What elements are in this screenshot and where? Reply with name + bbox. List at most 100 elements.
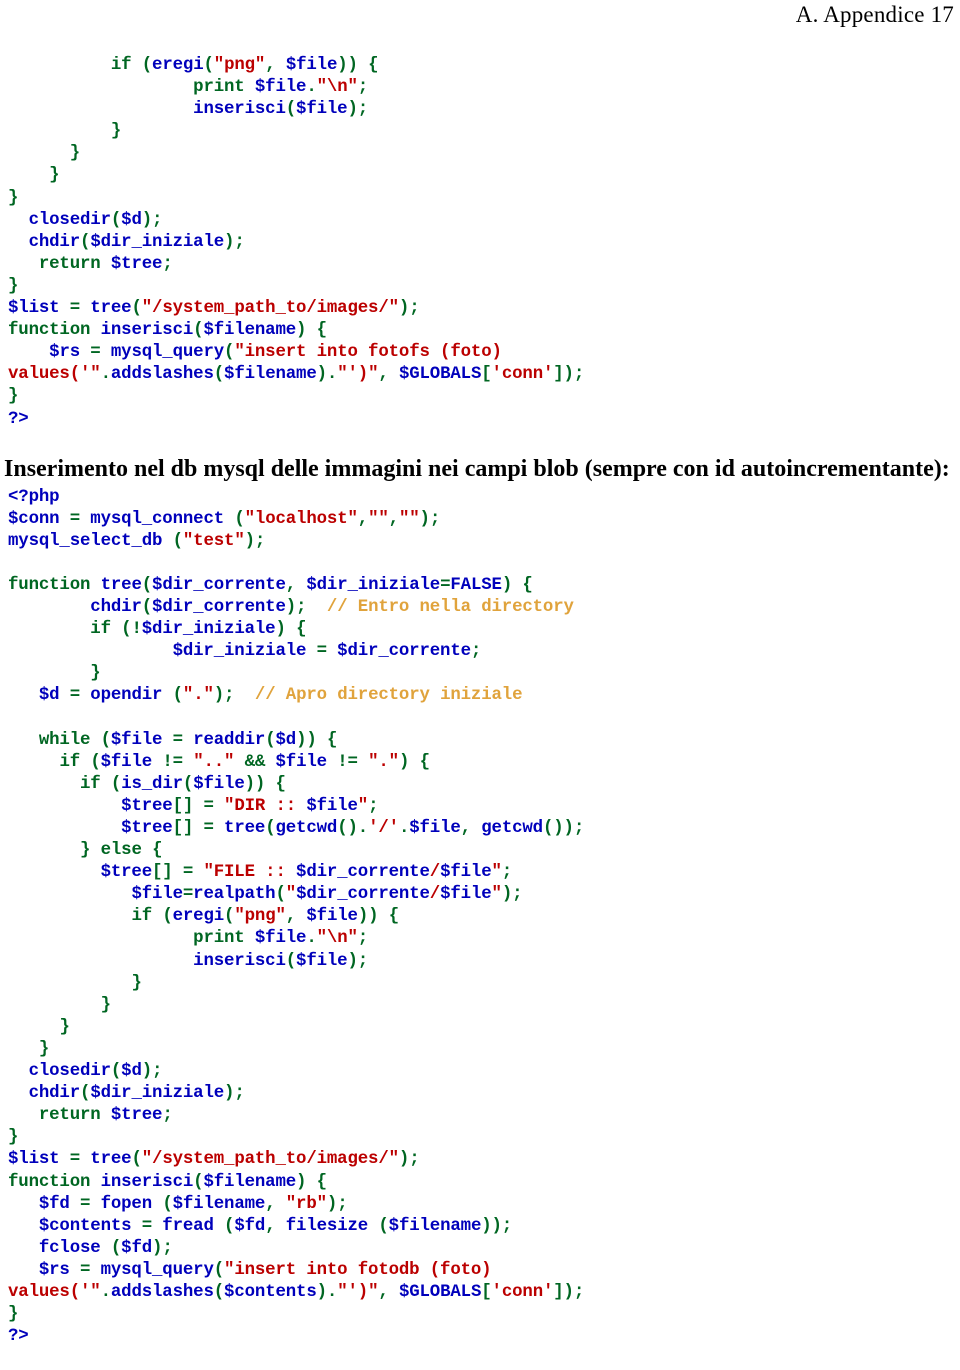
code-token: = <box>59 686 91 706</box>
code-token: " <box>491 863 502 883</box>
code-token: ( <box>234 509 245 529</box>
code-token: tree <box>90 1150 132 1170</box>
code-token: if <box>110 56 132 75</box>
code-token: } <box>69 144 81 164</box>
code-token: while <box>38 730 91 750</box>
code-token: = <box>69 1194 101 1214</box>
code-token: ( <box>265 819 276 838</box>
code-token: 'conn' <box>491 365 554 385</box>
code-token: { <box>522 575 533 595</box>
code-token: "insert into fotofs (foto) <box>234 343 502 363</box>
code-token: inserisci <box>100 321 194 341</box>
code-token: $dir_iniziale <box>306 575 441 595</box>
code-token: { <box>326 730 338 750</box>
code-token: getcwd <box>481 819 543 838</box>
code-token: ]); <box>553 365 585 385</box>
code-token: ; <box>368 796 379 816</box>
code-token: $file <box>306 907 358 927</box>
code-token: = <box>59 509 91 529</box>
code-token: ( <box>110 774 122 794</box>
code-token: ".." <box>193 752 235 772</box>
code-token: "')" <box>337 365 379 385</box>
code-token: $file <box>306 796 358 816</box>
code-token: "test" <box>182 531 245 551</box>
code-token: closedir <box>28 210 111 230</box>
code-token: $d <box>121 1062 142 1082</box>
code-token: ( <box>162 907 173 927</box>
code-token: { <box>388 907 399 927</box>
code-token: { <box>296 620 307 640</box>
code-token: = <box>306 642 338 662</box>
code-token: $file <box>254 78 307 98</box>
code-token: chdir <box>28 232 81 252</box>
code-token: != <box>152 752 194 772</box>
code-token: ( <box>80 1084 91 1104</box>
code-token: FALSE <box>450 575 502 595</box>
code-token: . <box>306 78 317 98</box>
code-token: != <box>326 752 369 772</box>
code-token: values('" <box>8 365 101 385</box>
code-token: opendir <box>90 686 163 706</box>
code-token: $dir_corrente <box>296 863 430 883</box>
code-token: { <box>316 321 327 341</box>
code-token: , <box>285 907 297 927</box>
code-block-php-filesystem: if (eregi("png", $file)) { print $file."… <box>0 55 960 431</box>
code-token: $tree <box>110 1106 163 1126</box>
code-token: ( <box>224 1216 235 1236</box>
code-token: , <box>388 509 399 529</box>
code-token: addslashes <box>110 365 214 385</box>
code-token: $list <box>8 1150 60 1170</box>
code-token: fopen <box>100 1194 153 1214</box>
code-token: // Apro directory iniziale <box>254 686 523 706</box>
code-token: "/system_path_to/images/" <box>141 299 399 319</box>
code-token: filesize <box>285 1216 369 1236</box>
code-token: $file <box>296 951 348 971</box>
code-token: $contents <box>224 1282 317 1302</box>
code-token: $contents <box>38 1216 132 1236</box>
code-token: ( <box>162 1194 173 1214</box>
code-token: $file <box>193 774 245 794</box>
code-token: ( <box>213 1282 225 1302</box>
code-token: inserisci <box>193 100 286 120</box>
code-token: $filename <box>203 321 297 341</box>
code-token: () <box>337 819 358 838</box>
code-token: / <box>429 885 441 905</box>
code-token: " <box>491 885 502 905</box>
code-token: ( <box>141 598 153 618</box>
code-token: "DIR :: <box>224 796 307 816</box>
code-token: $dir_iniziale <box>172 642 307 662</box>
code-token: if <box>59 752 81 772</box>
code-token: ); <box>244 531 266 551</box>
code-token: $fd <box>121 1238 153 1258</box>
code-token: "')" <box>337 1282 379 1302</box>
code-token: $d <box>121 210 142 230</box>
code-token: ) <box>316 1282 327 1302</box>
code-token: ); <box>501 885 523 905</box>
code-token: / <box>429 863 441 883</box>
